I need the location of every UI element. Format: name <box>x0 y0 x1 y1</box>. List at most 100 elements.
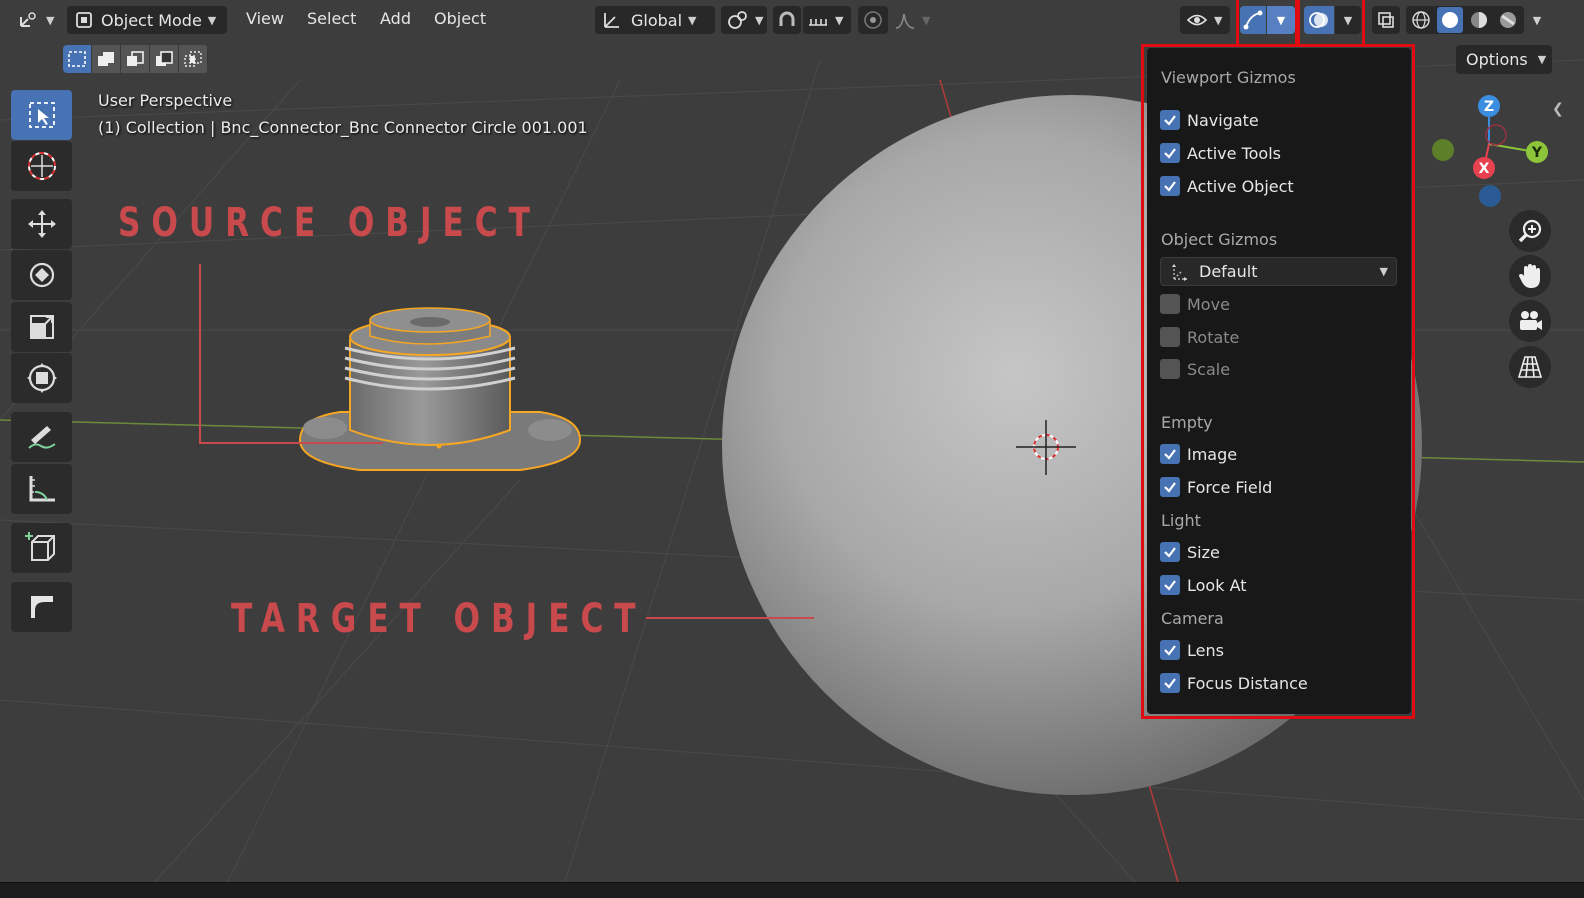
gizmo-axis-y-label: Y <box>1531 145 1543 161</box>
xray-icon <box>1376 10 1396 30</box>
checkbox-scale[interactable]: Scale <box>1160 359 1230 379</box>
select-extend-button[interactable] <box>92 45 121 73</box>
snap-increment-icon <box>807 11 829 29</box>
scale-tool[interactable] <box>11 302 72 352</box>
select-box-tool[interactable] <box>11 90 72 140</box>
mode-selector[interactable]: Object Mode ▼ <box>67 6 227 34</box>
snap-target-selector[interactable]: ▼ <box>803 6 851 34</box>
move-tool[interactable] <box>11 199 72 249</box>
navigation-gizmo[interactable]: Z Y X <box>1428 90 1558 210</box>
transform-tool[interactable] <box>11 353 72 403</box>
xray-toggle[interactable] <box>1372 6 1400 34</box>
select-new-button[interactable] <box>63 45 92 73</box>
editor-type-button[interactable]: ▼ <box>12 6 58 34</box>
chevron-down-icon: ▼ <box>1343 13 1353 27</box>
pencil-icon <box>25 420 59 454</box>
checkbox-checked-icon <box>1160 110 1180 130</box>
checkbox-force-field[interactable]: Force Field <box>1160 477 1272 497</box>
rendered-shading-icon[interactable] <box>1495 7 1521 33</box>
checkbox-active-tools[interactable]: Active Tools <box>1160 143 1281 163</box>
object-mode-icon <box>75 11 93 29</box>
shading-mode-group <box>1406 6 1524 34</box>
menu-add[interactable]: Add <box>380 9 411 28</box>
object-gizmos-dropdown-value: Default <box>1199 262 1258 281</box>
transform-orientation-label: Global <box>631 10 683 30</box>
bnc-connector-object <box>298 307 582 471</box>
cursor-tool[interactable] <box>11 141 72 191</box>
material-preview-shading-icon[interactable] <box>1466 7 1492 33</box>
add-cube-tool[interactable] <box>11 523 72 573</box>
perspective-toggle-button[interactable] <box>1509 346 1551 388</box>
status-bar <box>0 882 1584 898</box>
checkbox-active-object[interactable]: Active Object <box>1160 176 1294 196</box>
checkbox-look-at[interactable]: Look At <box>1160 575 1247 595</box>
viewport-header: ▼ Object Mode ▼ View Select Add Object G… <box>0 0 1584 40</box>
camera-view-button[interactable] <box>1509 300 1551 342</box>
select-subtract-button[interactable] <box>121 45 150 73</box>
show-gizmo-toggle[interactable] <box>1240 6 1266 34</box>
checkbox-lens[interactable]: Lens <box>1160 640 1224 660</box>
checkbox-navigate[interactable]: Navigate <box>1160 110 1259 130</box>
checkbox-label: Navigate <box>1187 110 1259 130</box>
checkbox-checked-icon <box>1160 143 1180 163</box>
select-invert-button[interactable] <box>150 45 179 73</box>
checkbox-size[interactable]: Size <box>1160 542 1220 562</box>
overlays-options-dropdown[interactable]: ▼ <box>1335 6 1361 34</box>
checkbox-focus-distance[interactable]: Focus Distance <box>1160 673 1308 693</box>
cursor-icon <box>25 149 59 183</box>
rotate-tool[interactable] <box>11 250 72 300</box>
collection-label: (1) Collection | Bnc_Connector_Bnc Conne… <box>98 118 588 137</box>
transform-orientation-selector[interactable]: Global ▼ <box>595 6 715 34</box>
show-overlays-toggle[interactable] <box>1304 6 1334 34</box>
transform-orientation-icon <box>601 9 623 31</box>
chevron-down-icon: ▼ <box>1537 53 1547 66</box>
chevron-down-icon: ▼ <box>688 13 697 27</box>
checkbox-label: Lens <box>1187 640 1224 660</box>
select-intersect-button[interactable] <box>179 45 208 73</box>
checkbox-label: Look At <box>1187 575 1247 595</box>
checkbox-label: Active Object <box>1187 176 1294 196</box>
selection-mode-buttons <box>63 45 208 73</box>
checkbox-label: Focus Distance <box>1187 673 1308 693</box>
rotate-icon <box>25 258 59 292</box>
annotate-tool[interactable] <box>11 412 72 462</box>
menu-view[interactable]: View <box>246 9 284 28</box>
checkbox-checked-icon <box>1160 176 1180 196</box>
measure-tool[interactable] <box>11 464 72 514</box>
empty-heading: Empty <box>1161 413 1213 432</box>
options-dropdown[interactable]: Options ▼ <box>1456 45 1552 74</box>
pan-button[interactable] <box>1509 255 1551 297</box>
grid-perspective-icon <box>1517 354 1543 380</box>
proportional-falloff-selector[interactable]: ▼ <box>890 6 934 34</box>
checkbox-image[interactable]: Image <box>1160 444 1237 464</box>
gizmo-options-dropdown[interactable]: ▼ <box>1267 6 1295 34</box>
checkbox-label: Rotate <box>1187 327 1240 347</box>
chevron-down-icon: ▼ <box>46 13 55 27</box>
shading-options-dropdown[interactable]: ▼ <box>1526 6 1548 34</box>
menu-select[interactable]: Select <box>307 9 356 28</box>
checkbox-label: Image <box>1187 444 1238 464</box>
menu-object[interactable]: Object <box>434 9 486 28</box>
overlays-icon <box>1308 9 1330 31</box>
move-icon <box>25 207 59 241</box>
visibility-selector[interactable]: ▼ <box>1180 6 1230 34</box>
pivot-point-selector[interactable]: ▼ <box>721 6 767 34</box>
proportional-editing-toggle[interactable] <box>858 6 888 34</box>
zoom-button[interactable] <box>1509 210 1551 252</box>
solid-shading-icon[interactable] <box>1437 7 1463 33</box>
transform-icon <box>25 361 59 395</box>
gizmo-options-popover: Viewport Gizmos Navigate Active Tools Ac… <box>1147 48 1411 714</box>
checkbox-label: Size <box>1187 542 1220 562</box>
shear-tool[interactable] <box>11 582 72 632</box>
chevron-down-icon: ▼ <box>1214 13 1223 27</box>
snap-toggle[interactable] <box>773 6 801 34</box>
falloff-curve-icon <box>894 10 916 30</box>
object-gizmos-dropdown[interactable]: Default ▼ <box>1160 257 1397 286</box>
checkbox-label: Force Field <box>1187 477 1273 497</box>
checkbox-label: Move <box>1187 294 1230 314</box>
wireframe-shading-icon[interactable] <box>1408 7 1434 33</box>
checkbox-rotate[interactable]: Rotate <box>1160 327 1239 347</box>
checkbox-move[interactable]: Move <box>1160 294 1230 314</box>
hand-icon <box>1517 262 1543 290</box>
light-heading: Light <box>1161 511 1201 530</box>
